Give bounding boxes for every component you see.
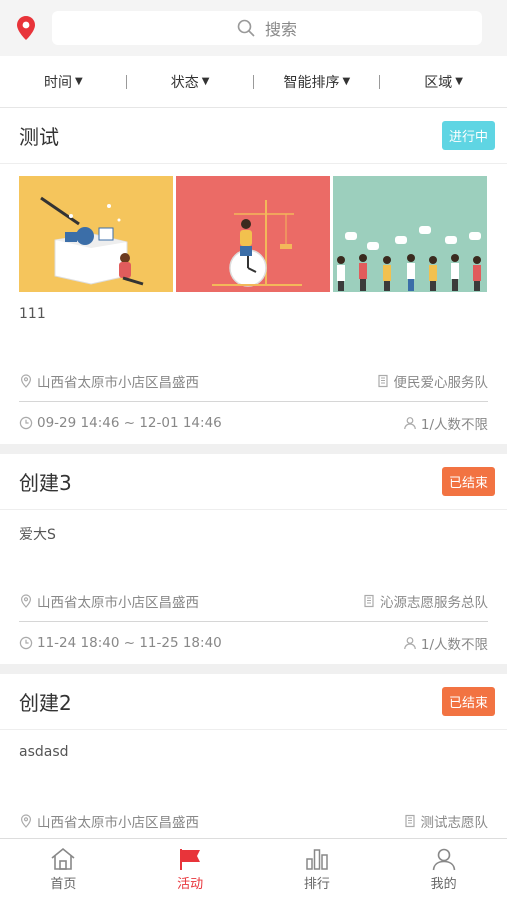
home-icon xyxy=(51,847,75,870)
status-badge: 进行中 xyxy=(441,121,495,150)
filter-region[interactable]: 区域 ▼ xyxy=(380,72,507,92)
team-name: 便民爱心服务队 xyxy=(393,374,489,391)
capacity-text: 1/人数不限 xyxy=(420,417,488,433)
location-text: 山西省太原市小店区昌盛西 xyxy=(37,594,199,611)
tab-home[interactable]: 首页 xyxy=(0,839,127,900)
filter-time[interactable]: 时间 ▼ xyxy=(0,72,127,92)
filter-bar: 时间 ▼ 状态 ▼ 智能排序 ▼ 区域 ▼ xyxy=(0,56,507,108)
caret-down-icon: ▼ xyxy=(342,76,351,87)
tab-label: 排行 xyxy=(303,877,330,892)
caret-down-icon: ▼ xyxy=(201,76,210,87)
top-bar: 搜索 xyxy=(0,0,507,56)
card-header: 测试 进行中 xyxy=(0,108,507,164)
activity-list: 测试 进行中 111 山西省太原市小店区昌盛西 便民爱心服务队 09-29 14… xyxy=(0,108,507,852)
location-pin-icon[interactable] xyxy=(0,16,52,40)
team-name: 测试志愿队 xyxy=(420,814,489,831)
activity-card[interactable]: 创建3 已结束 爱大S 山西省太原市小店区昌盛西 沁源志愿服务总队 11-24 … xyxy=(0,454,507,664)
time-row: 09-29 14:46 ~ 12-01 14:46 1/人数不限 xyxy=(19,402,488,444)
location-outline-icon xyxy=(20,593,32,608)
filter-label: 智能排序 xyxy=(283,74,340,91)
user-icon xyxy=(432,848,455,871)
bottom-tab-bar: 首页 活动 排行 我的 xyxy=(0,838,507,900)
team-name: 沁源志愿服务总队 xyxy=(380,594,488,611)
card-header: 创建3 已结束 xyxy=(0,454,507,510)
building-icon xyxy=(364,594,374,607)
location-row: 山西省太原市小店区昌盛西 沁源志愿服务总队 xyxy=(19,580,488,622)
card-description: 111 xyxy=(19,306,46,322)
card-header: 创建2 已结束 xyxy=(0,674,507,730)
caret-down-icon: ▼ xyxy=(455,76,463,87)
time-row: 11-24 18:40 ~ 11-25 18:40 1/人数不限 xyxy=(19,622,488,664)
tab-label: 首页 xyxy=(50,877,77,892)
building-icon xyxy=(377,374,388,387)
location-text: 山西省太原市小店区昌盛西 xyxy=(37,814,199,831)
filter-label: 状态 xyxy=(170,74,199,91)
location-outline-icon xyxy=(20,373,32,388)
location-row: 山西省太原市小店区昌盛西 测试志愿队 xyxy=(19,800,488,842)
status-badge: 已结束 xyxy=(441,687,495,716)
image-strip xyxy=(0,164,507,292)
location-row: 山西省太原市小店区昌盛西 便民爱心服务队 xyxy=(19,360,488,402)
card-title: 测试 xyxy=(19,125,59,149)
tab-label: 我的 xyxy=(430,877,457,892)
search-icon xyxy=(237,19,255,37)
clock-icon xyxy=(19,636,33,650)
clock-icon xyxy=(19,416,33,430)
time-range: 11-24 18:40 ~ 11-25 18:40 xyxy=(37,635,222,651)
bar-chart-icon xyxy=(306,849,328,870)
location-text: 山西省太原市小店区昌盛西 xyxy=(37,374,199,391)
tab-label: 活动 xyxy=(177,877,204,892)
card-description: asdasd xyxy=(19,744,69,760)
card-title: 创建2 xyxy=(19,691,72,715)
capacity-text: 1/人数不限 xyxy=(420,637,488,653)
tab-mine[interactable]: 我的 xyxy=(380,839,507,900)
status-badge: 已结束 xyxy=(441,467,495,496)
filter-label: 时间 xyxy=(44,74,73,91)
activity-card[interactable]: 测试 进行中 111 山西省太原市小店区昌盛西 便民爱心服务队 09-29 14… xyxy=(0,108,507,444)
box-illustration[interactable] xyxy=(19,176,173,292)
card-description: 爱大S xyxy=(19,527,56,543)
activity-card[interactable]: 创建2 已结束 asdasd 山西省太原市小店区昌盛西 测试志愿队 xyxy=(0,674,507,842)
person-icon xyxy=(404,637,416,650)
filter-label: 区域 xyxy=(424,74,453,91)
time-range: 09-29 14:46 ~ 12-01 14:46 xyxy=(37,415,222,431)
tab-ranking[interactable]: 排行 xyxy=(254,839,381,900)
search-placeholder: 搜索 xyxy=(264,20,297,39)
filter-sort[interactable]: 智能排序 ▼ xyxy=(254,72,381,92)
caret-down-icon: ▼ xyxy=(75,76,83,87)
building-icon xyxy=(404,814,415,827)
clock-crane-illustration[interactable] xyxy=(176,176,330,292)
search-input[interactable]: 搜索 xyxy=(52,11,482,45)
card-title: 创建3 xyxy=(19,471,72,495)
location-outline-icon xyxy=(20,813,32,828)
person-icon xyxy=(404,417,416,430)
tab-activity[interactable]: 活动 xyxy=(127,839,254,900)
filter-status[interactable]: 状态 ▼ xyxy=(127,72,254,92)
people-chat-illustration[interactable] xyxy=(333,176,487,292)
flag-icon xyxy=(180,849,201,870)
